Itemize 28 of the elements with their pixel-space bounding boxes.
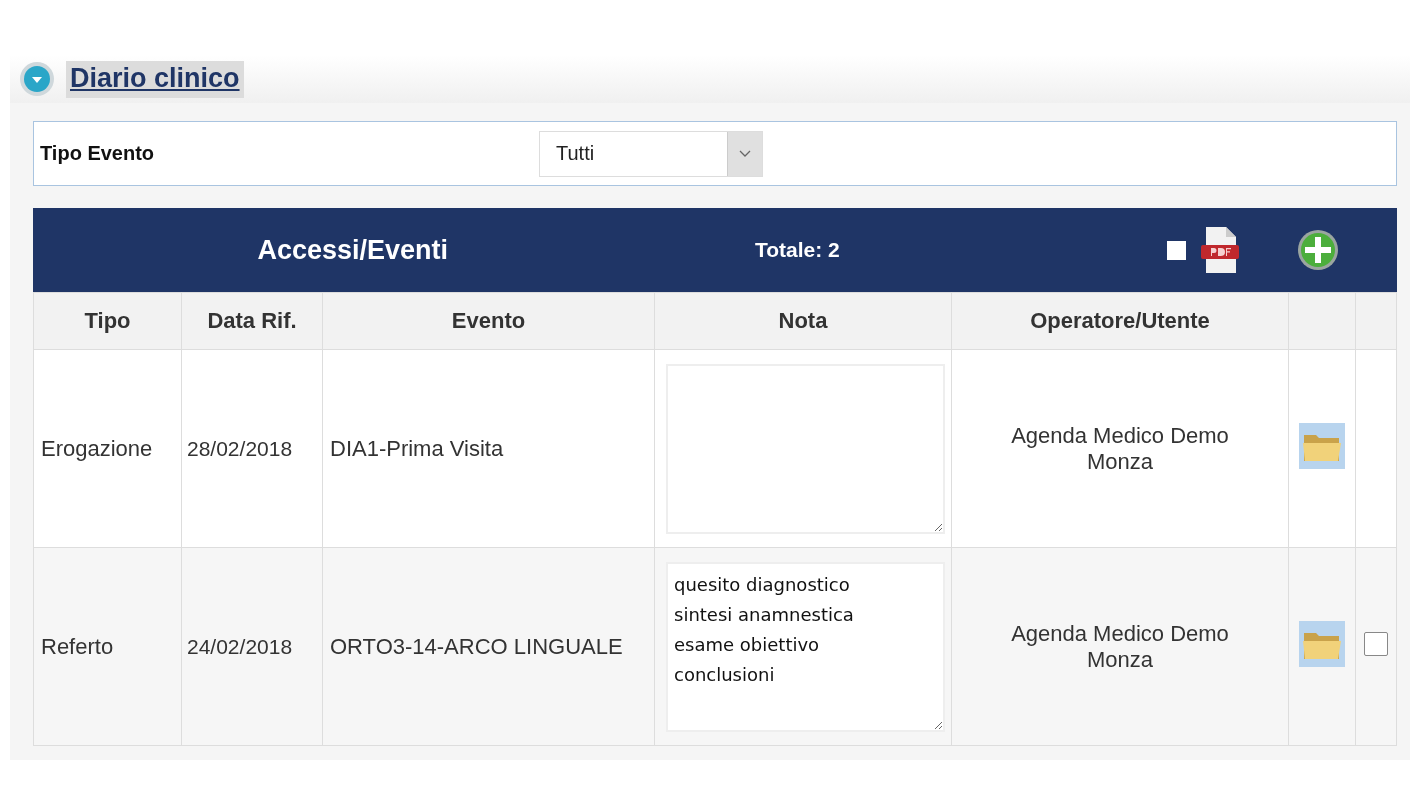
column-header: Data Rif. [181, 292, 323, 350]
table-cell: Agenda Medico Demo Monza [951, 349, 1289, 548]
table-title: Accessi/Eventi [256, 234, 448, 266]
column-header: Evento [322, 292, 655, 350]
column-header: Nota [654, 292, 952, 350]
table-cell: Referto [33, 547, 182, 746]
column-header: Tipo [33, 292, 182, 350]
filter-label: Tipo Evento [39, 142, 156, 165]
table-cell: 24/02/2018 [181, 547, 323, 746]
total-count: Totale: 2 [755, 238, 841, 262]
column-header: Operatore/Utente [951, 292, 1289, 350]
table-cell: Erogazione [33, 349, 182, 548]
event-type-dropdown[interactable]: Tutti [539, 130, 763, 177]
folder-icon[interactable] [1299, 620, 1345, 667]
section-title-link[interactable]: Diario clinico [66, 60, 244, 98]
table-cell: DIA1-Prima Visita [322, 349, 655, 548]
row-checkbox[interactable] [1364, 631, 1388, 656]
collapse-icon[interactable] [18, 60, 56, 98]
note-field[interactable]: quesito diagnostico sintesi anamnestica esame obiettivo conclusioni [666, 561, 945, 732]
table-cell: 28/02/2018 [181, 349, 323, 548]
add-icon[interactable] [1296, 228, 1340, 272]
folder-icon[interactable] [1299, 422, 1345, 469]
pdf-icon[interactable] [1200, 225, 1240, 275]
select-all-checkbox[interactable] [1167, 240, 1186, 260]
table-cell: Agenda Medico Demo Monza [951, 547, 1289, 746]
note-field[interactable] [666, 363, 945, 534]
caret-icon [739, 149, 751, 158]
table-cell: ORTO3-14-ARCO LINGUALE [322, 547, 655, 746]
